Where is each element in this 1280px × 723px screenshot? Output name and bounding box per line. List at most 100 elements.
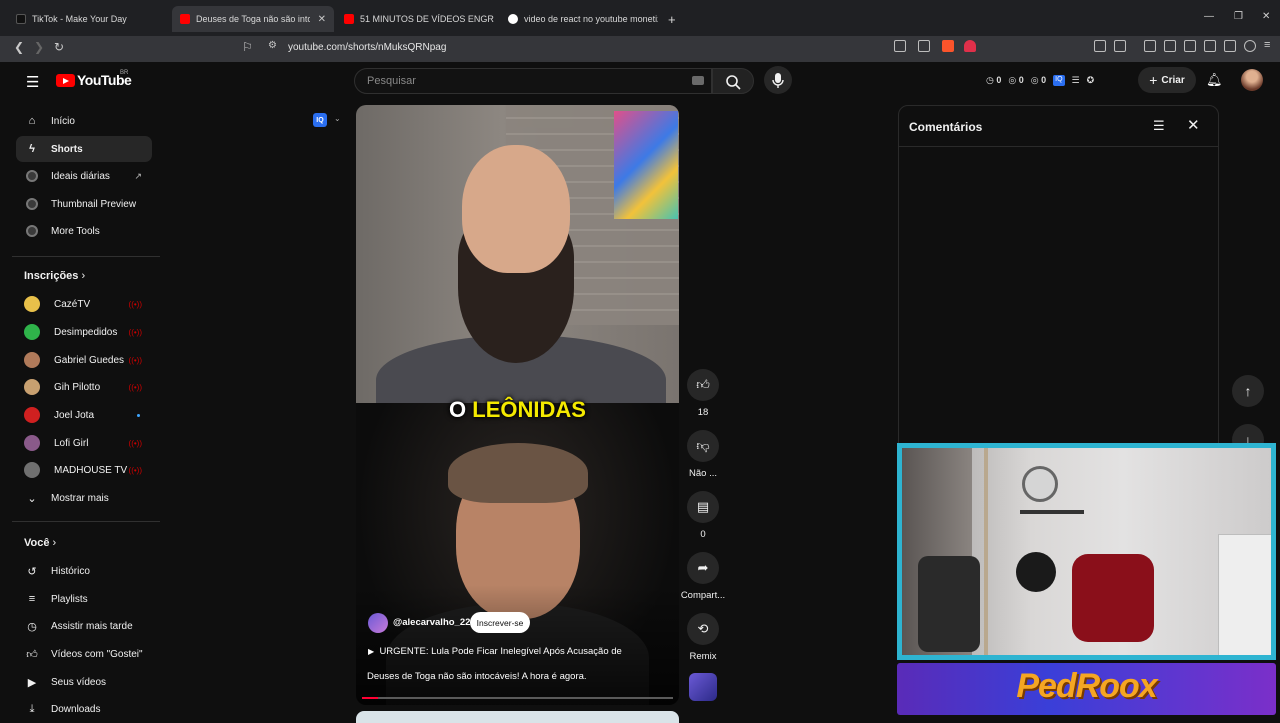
vidiq-tool-icon <box>25 224 39 238</box>
subscribe-button[interactable]: Inscrever-se <box>470 612 530 633</box>
sidebar-item-more-tools[interactable]: More Tools <box>16 218 152 244</box>
plus-icon: + <box>1149 72 1158 88</box>
subscription-item[interactable]: MADHOUSE TV ((•)) <box>16 457 152 483</box>
forward-icon[interactable]: ❯ <box>34 40 44 54</box>
live-icon: ((•)) <box>128 438 142 448</box>
video-progress-fill <box>362 697 378 699</box>
translate-icon[interactable] <box>918 40 930 52</box>
bookmark-icon[interactable]: ⚐ <box>242 40 253 54</box>
tab-51-minutos[interactable]: 51 MINUTOS DE VÍDEOS ENGRAÇAD <box>344 8 494 30</box>
share-button[interactable]: ➦ Compart... <box>680 552 726 601</box>
tab-deuses-de-toga[interactable]: Deuses de Toga não são intoc ✕ <box>172 6 334 32</box>
previous-short-button[interactable]: ↑ <box>1232 375 1264 407</box>
sidebar-item-your-videos[interactable]: ▶ Seus vídeos <box>16 669 152 695</box>
sidebar-item-shorts[interactable]: ϟ Shorts <box>16 136 152 162</box>
show-more-button[interactable]: ⌄ Mostrar mais <box>16 485 152 511</box>
download-icon[interactable] <box>1144 40 1156 52</box>
external-link-icon: ↗ <box>134 170 142 181</box>
vidiq-tool-icon <box>25 197 39 211</box>
shorts-video-player[interactable]: O LEÔNIDAS @alecarvalho_22 Inscrever-se … <box>356 105 679 705</box>
comments-button[interactable]: ▤ 0 <box>686 491 720 540</box>
back-icon[interactable]: ❮ <box>14 40 24 54</box>
reload-icon[interactable]: ↻ <box>54 40 64 54</box>
leo-icon[interactable] <box>1224 40 1236 52</box>
close-window-icon[interactable]: ✕ <box>1262 11 1270 22</box>
channel-avatar <box>24 407 40 423</box>
desk-fan <box>1016 552 1056 592</box>
list-icon[interactable]: ☰ <box>1072 75 1080 86</box>
sidebar-item-watch-later[interactable]: ◷ Assistir mais tarde <box>16 613 152 639</box>
video-title[interactable]: ▶ URGENTE: Lula Pode Ficar Inelegível Ap… <box>368 646 622 657</box>
sort-icon[interactable]: ☰ <box>1153 118 1165 134</box>
hamburger-menu-icon[interactable]: ☰ <box>26 73 39 91</box>
sidebar-item-liked-videos[interactable]: 👍︎ Vídeos com "Gostei" <box>16 641 152 667</box>
sidebar-item-playlists[interactable]: ≡ Playlists <box>16 586 152 612</box>
tab-video-de-react[interactable]: video de react no youtube monetiza <box>508 8 658 30</box>
close-tab-icon[interactable]: ✕ <box>318 14 326 25</box>
maximize-icon[interactable]: ❐ <box>1234 11 1243 22</box>
vidiq-badge-icon[interactable]: IQ <box>313 113 327 127</box>
subscription-item[interactable]: Joel Jota <box>16 402 152 428</box>
music-icon[interactable] <box>1164 40 1176 52</box>
minimize-icon[interactable]: — <box>1204 11 1214 22</box>
sidebar-item-downloads[interactable]: ⤓ Downloads <box>16 696 152 722</box>
wallet-icon[interactable] <box>1204 40 1216 52</box>
account-avatar[interactable] <box>1241 69 1263 91</box>
site-info-icon[interactable]: ⚙ <box>268 40 277 51</box>
subscription-item[interactable]: Lofi Girl ((•)) <box>16 430 152 456</box>
shorts-icon: ϟ <box>29 143 35 155</box>
search-input[interactable]: Pesquisar <box>354 68 712 94</box>
create-button[interactable]: + Criar <box>1138 67 1196 93</box>
video-progress-bar[interactable] <box>362 697 673 699</box>
vpn-icon[interactable] <box>1244 40 1256 52</box>
chevron-down-icon[interactable]: ⌄ <box>334 114 341 123</box>
search-button[interactable] <box>712 68 754 94</box>
voice-search-button[interactable] <box>764 66 792 94</box>
you-heading[interactable]: Você › <box>24 537 56 549</box>
region-code: BR <box>120 70 129 76</box>
like-button[interactable]: 👍︎ 18 <box>686 369 720 418</box>
close-icon[interactable]: ✕ <box>1187 116 1200 134</box>
subscription-item[interactable]: Gabriel Guedes ((•)) <box>16 347 152 373</box>
remix-button[interactable]: ⟲ Remix <box>686 613 720 662</box>
sound-thumbnail[interactable] <box>689 673 717 701</box>
subscriptions-heading[interactable]: Inscrições › <box>24 270 85 282</box>
keyboard-icon[interactable] <box>692 76 704 85</box>
rewards-icon[interactable] <box>964 40 976 52</box>
cast-icon[interactable] <box>894 40 906 52</box>
channel-avatar[interactable] <box>368 613 388 633</box>
sidebar-item-inicio[interactable]: ⌂ Início <box>16 108 152 134</box>
video-title-continued[interactable]: Deuses de Toga não são intocáveis! A hor… <box>367 671 587 682</box>
subscription-item[interactable]: Desimpedidos ((•)) <box>16 319 152 345</box>
youtube-logo-icon[interactable] <box>56 74 75 87</box>
award-icon[interactable]: ✪ <box>1087 75 1095 86</box>
brave-shield-icon[interactable] <box>942 40 954 52</box>
vidiq-icon[interactable]: IQ <box>1053 75 1065 86</box>
sidebar-toggle-icon[interactable] <box>1184 40 1196 52</box>
extension-icon[interactable] <box>1114 40 1126 52</box>
comment-icon: ▤ <box>687 491 719 523</box>
menu-icon[interactable]: ≡ <box>1264 39 1276 51</box>
comments-title: Comentários <box>909 120 983 134</box>
new-tab-button[interactable]: + <box>668 8 676 30</box>
share-icon: ➦ <box>687 552 719 584</box>
channel-avatar <box>24 379 40 395</box>
red-chair <box>1072 554 1154 642</box>
download-icon: ⤓ <box>29 702 35 715</box>
subscription-item[interactable]: Gih Pilotto ((•)) <box>16 374 152 400</box>
tab-tiktok[interactable]: TikTok - Make Your Day <box>16 8 166 30</box>
sidebar-item-historico[interactable]: ↺ Histórico <box>16 558 152 584</box>
sidebar-item-ideais-diarias[interactable]: Ideais diárias ↗ <box>16 163 152 189</box>
black-chair <box>918 556 980 652</box>
next-short-preview[interactable] <box>356 711 679 723</box>
url-field[interactable]: youtube.com/shorts/nMuksQRNpag <box>288 42 446 53</box>
dislike-button[interactable]: 👎︎ Não ... <box>686 430 720 479</box>
search-icon <box>726 75 741 90</box>
notifications-bell-icon[interactable]: 🔔︎ <box>1206 72 1223 88</box>
streamer-banner: PedRoox <box>897 663 1276 715</box>
extension-icon[interactable] <box>1094 40 1106 52</box>
subscription-item[interactable]: CazéTV ((•)) <box>16 291 152 317</box>
channel-name[interactable]: @alecarvalho_22 <box>393 617 470 628</box>
tab-strip: TikTok - Make Your Day Deuses de Toga nã… <box>0 0 1280 36</box>
sidebar-item-thumbnail-preview[interactable]: Thumbnail Preview <box>16 191 152 217</box>
